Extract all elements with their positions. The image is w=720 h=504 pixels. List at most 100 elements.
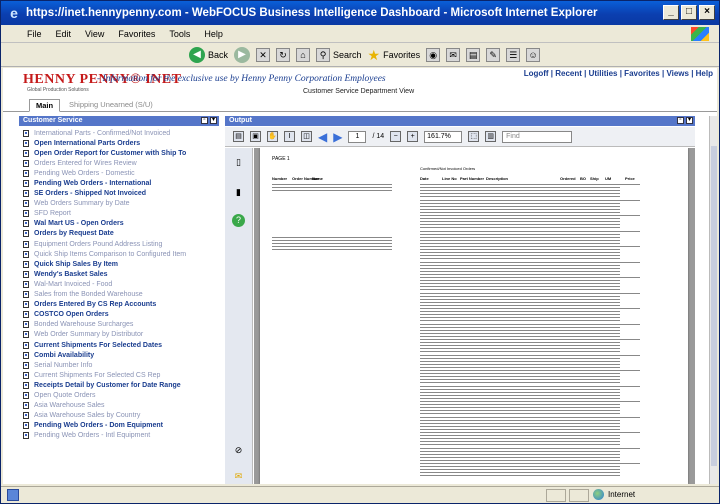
report-link[interactable]: Equipment Orders Pound Address Listing (34, 241, 162, 248)
comment-icon[interactable]: ✉ (232, 470, 245, 483)
messenger-icon[interactable]: ☺ (526, 47, 541, 62)
report-list-item[interactable]: Combi Availability (19, 350, 219, 360)
report-list-item[interactable]: Serial Number Info (19, 360, 219, 370)
report-list-item[interactable]: Quick Ship Sales By Item (19, 259, 219, 269)
report-list-item[interactable]: Orders by Request Date (19, 229, 219, 239)
previous-page-icon[interactable]: ◀ (318, 131, 327, 143)
zoom-in-icon[interactable]: + (407, 131, 419, 142)
report-list-item[interactable]: SFD Report (19, 209, 219, 219)
report-link[interactable]: Asia Warehouse Sales (34, 402, 105, 409)
stop-icon[interactable]: ✕ (256, 47, 271, 62)
help-icon[interactable]: ? (232, 214, 245, 227)
snapshot-icon[interactable]: ◫ (301, 131, 312, 142)
report-list-item[interactable]: Asia Warehouse Sales (19, 401, 219, 411)
report-link[interactable]: Wal Mart US - Open Orders (34, 220, 124, 227)
zoom-select[interactable]: 161.7% (424, 130, 463, 143)
report-link[interactable]: Pending Web Orders - Intl Equipment (34, 432, 150, 439)
report-list-item[interactable]: Pending Web Orders - International (19, 178, 219, 188)
report-link[interactable]: Receipts Detail by Customer for Date Ran… (34, 382, 181, 389)
menu-edit[interactable]: Edit (56, 29, 72, 39)
report-link[interactable]: Wal-Mart Invoiced - Food (34, 281, 112, 288)
report-list-item[interactable]: Equipment Orders Pound Address Listing (19, 239, 219, 249)
tab-shipping-unearned[interactable]: Shipping Unearned (S/U) (63, 99, 159, 112)
home-icon[interactable]: ⌂ (296, 47, 311, 62)
report-link[interactable]: Web Orders Summary by Date (34, 200, 130, 207)
close-button[interactable]: × (699, 5, 715, 20)
report-list-item[interactable]: COSTCO Open Orders (19, 310, 219, 320)
maximize-button[interactable]: □ (681, 5, 697, 20)
scrollbar-thumb[interactable] (711, 146, 717, 466)
back-button[interactable]: ◀ Back (189, 46, 228, 63)
edit-icon[interactable]: ✎ (486, 47, 501, 62)
report-list-item[interactable]: Wal-Mart Invoiced - Food (19, 279, 219, 289)
panel-menu-icon[interactable]: ▾ (686, 117, 693, 124)
report-link[interactable]: Orders Entered By CS Rep Accounts (34, 301, 156, 308)
panel-restore-icon[interactable]: ▫ (201, 117, 208, 124)
report-link[interactable]: Bonded Warehouse Surcharges (34, 321, 133, 328)
report-link[interactable]: Current Shipments For Selected Dates (34, 342, 162, 349)
report-link[interactable]: Wendy's Basket Sales (34, 271, 108, 278)
report-link[interactable]: Sales from the Bonded Warehouse (34, 291, 143, 298)
report-link[interactable]: Current Shipments For Selected CS Rep (34, 372, 160, 379)
forward-button[interactable]: ▶ (234, 46, 251, 63)
report-list-item[interactable]: Open Quote Orders (19, 390, 219, 400)
report-link[interactable]: Orders Entered for Wires Review (34, 160, 137, 167)
zoom-out-icon[interactable]: − (390, 131, 402, 142)
page-number-input[interactable]: 1 (348, 130, 367, 143)
report-list-item[interactable]: Asia Warehouse Sales by Country (19, 411, 219, 421)
tab-main[interactable]: Main (29, 99, 61, 112)
report-link[interactable]: Orders by Request Date (34, 230, 114, 237)
report-link[interactable]: Pending Web Orders - Domestic (34, 170, 135, 177)
report-list-item[interactable]: Open Order Report for Customer with Ship… (19, 148, 219, 158)
report-link[interactable]: Combi Availability (34, 352, 94, 359)
pages-icon[interactable]: ▯ (232, 156, 245, 169)
report-link[interactable]: International Parts - Confirmed/Not Invo… (34, 130, 170, 137)
report-link[interactable]: Quick Ship Sales By Item (34, 261, 118, 268)
discuss-icon[interactable]: ☰ (506, 47, 521, 62)
report-list-item[interactable]: Wal Mart US - Open Orders (19, 219, 219, 229)
report-link[interactable]: Pending Web Orders - International (34, 180, 151, 187)
report-list-item[interactable]: Bonded Warehouse Surcharges (19, 320, 219, 330)
report-link[interactable]: Asia Warehouse Sales by Country (34, 412, 140, 419)
report-list-item[interactable]: Orders Entered By CS Rep Accounts (19, 300, 219, 310)
report-list-item[interactable]: Quick Ship Items Comparison to Configure… (19, 249, 219, 259)
report-list-item[interactable]: Orders Entered for Wires Review (19, 158, 219, 168)
hand-tool-icon[interactable]: ✋ (267, 131, 278, 142)
report-list-item[interactable]: Current Shipments For Selected CS Rep (19, 370, 219, 380)
minimize-button[interactable]: _ (663, 5, 679, 20)
report-link[interactable]: Quick Ship Items Comparison to Configure… (34, 251, 186, 258)
report-list-item[interactable]: Web Order Summary by Distributor (19, 330, 219, 340)
top-links[interactable]: Logoff | Recent | Utilities | Favorites … (524, 69, 713, 78)
report-link[interactable]: COSTCO Open Orders (34, 311, 109, 318)
report-list-item[interactable]: Wendy's Basket Sales (19, 269, 219, 279)
report-link[interactable]: Pending Web Orders - Dom Equipment (34, 422, 163, 429)
report-link[interactable]: Open International Parts Orders (34, 140, 140, 147)
find-input[interactable]: Find (502, 130, 573, 143)
reading-mode-icon[interactable]: ▥ (485, 131, 497, 142)
report-link[interactable]: Open Order Report for Customer with Ship… (34, 150, 186, 157)
favorites-button[interactable]: ★ Favorites (368, 47, 421, 63)
menu-help[interactable]: Help (204, 29, 223, 39)
save-icon[interactable]: ▣ (250, 131, 261, 142)
report-list-item[interactable]: SE Orders - Shipped Not Invoiced (19, 189, 219, 199)
report-link[interactable]: SFD Report (34, 210, 71, 217)
media-icon[interactable]: ◉ (426, 47, 441, 62)
search-button[interactable]: ⚲ Search (316, 47, 362, 62)
vertical-scrollbar[interactable] (709, 116, 717, 484)
panel-menu-icon[interactable]: ▾ (210, 117, 217, 124)
print-icon[interactable]: ▤ (233, 131, 244, 142)
panel-restore-icon[interactable]: ▫ (677, 117, 684, 124)
refresh-icon[interactable]: ↻ (276, 47, 291, 62)
report-list-item[interactable]: Pending Web Orders - Domestic (19, 168, 219, 178)
report-list-item[interactable]: Pending Web Orders - Intl Equipment (19, 431, 219, 441)
report-link[interactable]: Web Order Summary by Distributor (34, 331, 143, 338)
report-list-item[interactable]: International Parts - Confirmed/Not Invo… (19, 128, 219, 138)
attachment-icon[interactable]: ⊘ (232, 444, 245, 457)
bookmarks-icon[interactable]: ▮ (232, 186, 245, 199)
menu-view[interactable]: View (85, 29, 104, 39)
select-text-icon[interactable]: I (284, 131, 295, 142)
report-list-item[interactable]: Pending Web Orders - Dom Equipment (19, 421, 219, 431)
report-list-item[interactable]: Sales from the Bonded Warehouse (19, 290, 219, 300)
fit-page-icon[interactable]: ⬚ (468, 131, 480, 142)
report-link[interactable]: Serial Number Info (34, 362, 92, 369)
